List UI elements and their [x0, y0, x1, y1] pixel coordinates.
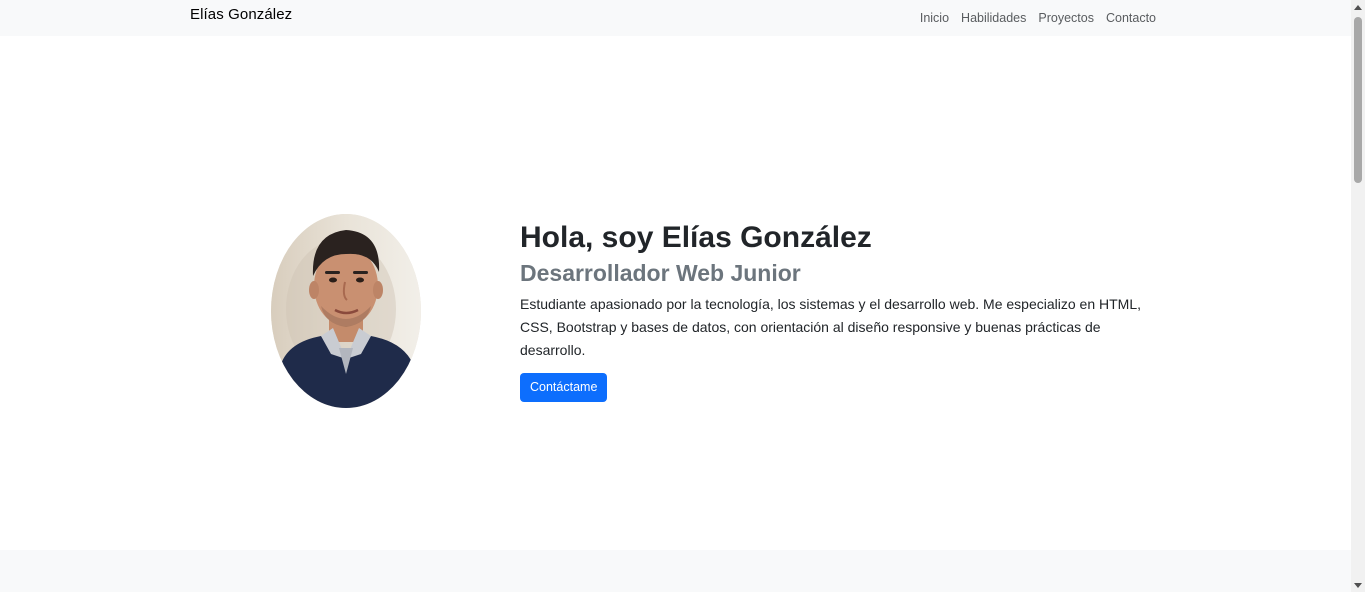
scrollbar-thumb[interactable] — [1354, 17, 1362, 183]
nav-link-contacto[interactable]: Contacto — [1106, 11, 1156, 25]
hero-title: Hola, soy Elías González — [520, 221, 872, 254]
vertical-scrollbar[interactable] — [1351, 0, 1365, 592]
scroll-down-arrow-icon[interactable] — [1351, 578, 1365, 592]
hero-subtitle: Desarrollador Web Junior — [520, 260, 801, 286]
scroll-up-arrow-icon[interactable] — [1351, 0, 1365, 14]
nav-link-habilidades[interactable]: Habilidades — [961, 11, 1026, 25]
profile-photo-illustration — [271, 214, 421, 408]
nav-item-contacto: Contacto — [1106, 9, 1156, 27]
nav-links: Inicio Habilidades Proyectos Contacto — [920, 9, 1156, 27]
nav-item-inicio: Inicio — [920, 9, 949, 27]
next-section-band — [0, 550, 1351, 592]
nav-link-inicio[interactable]: Inicio — [920, 11, 949, 25]
hero-description: Estudiante apasionado por la tecnología,… — [520, 296, 1141, 358]
hero-text: Hola, soy Elías González Desarrollador W… — [520, 220, 1160, 402]
nav-link-proyectos[interactable]: Proyectos — [1038, 11, 1094, 25]
browser-viewport: Elías González Inicio Habilidades Proyec… — [0, 0, 1365, 592]
navbar-brand[interactable]: Elías González — [190, 6, 292, 23]
profile-photo — [271, 214, 421, 408]
nav-item-proyectos: Proyectos — [1038, 9, 1094, 27]
contact-button[interactable]: Contáctame — [520, 373, 608, 402]
page: Elías González Inicio Habilidades Proyec… — [0, 0, 1351, 592]
nav-item-habilidades: Habilidades — [961, 9, 1026, 27]
navbar: Elías González Inicio Habilidades Proyec… — [0, 0, 1351, 36]
